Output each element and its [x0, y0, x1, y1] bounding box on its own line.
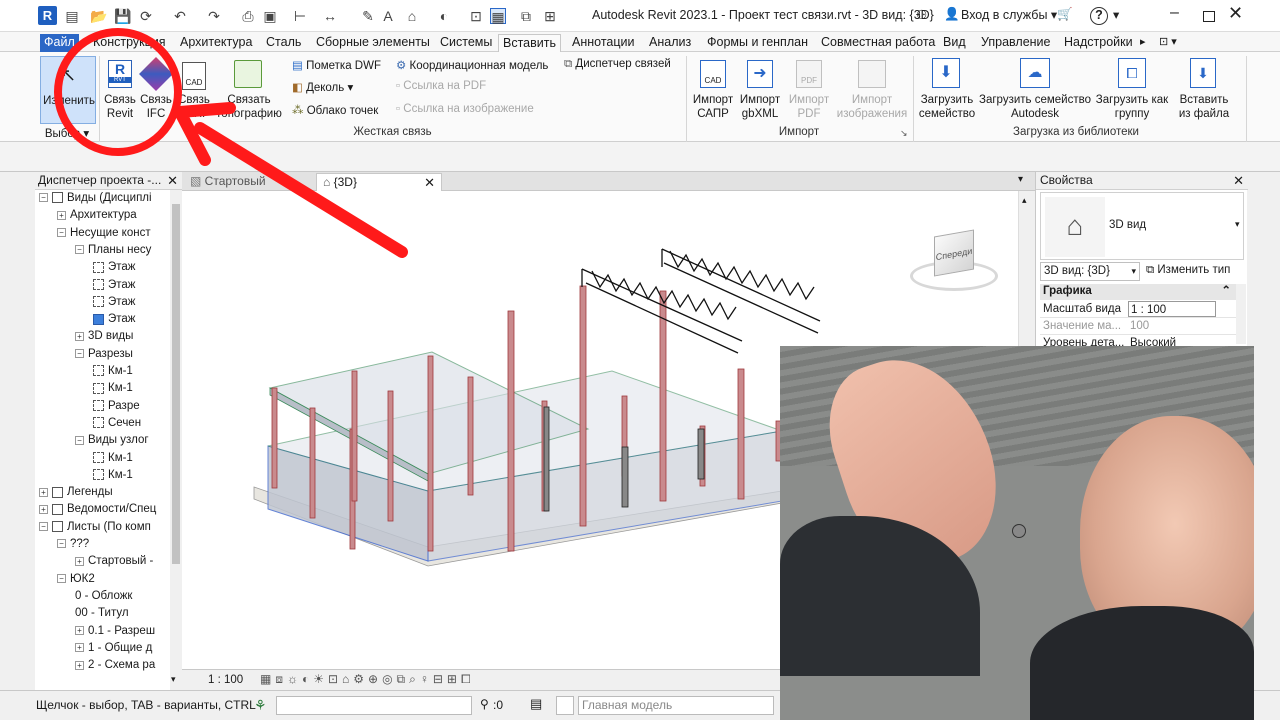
pointer-arrow-shaft: [194, 122, 408, 258]
highlight-circle: [54, 28, 182, 156]
red-annotation: [54, 28, 408, 258]
